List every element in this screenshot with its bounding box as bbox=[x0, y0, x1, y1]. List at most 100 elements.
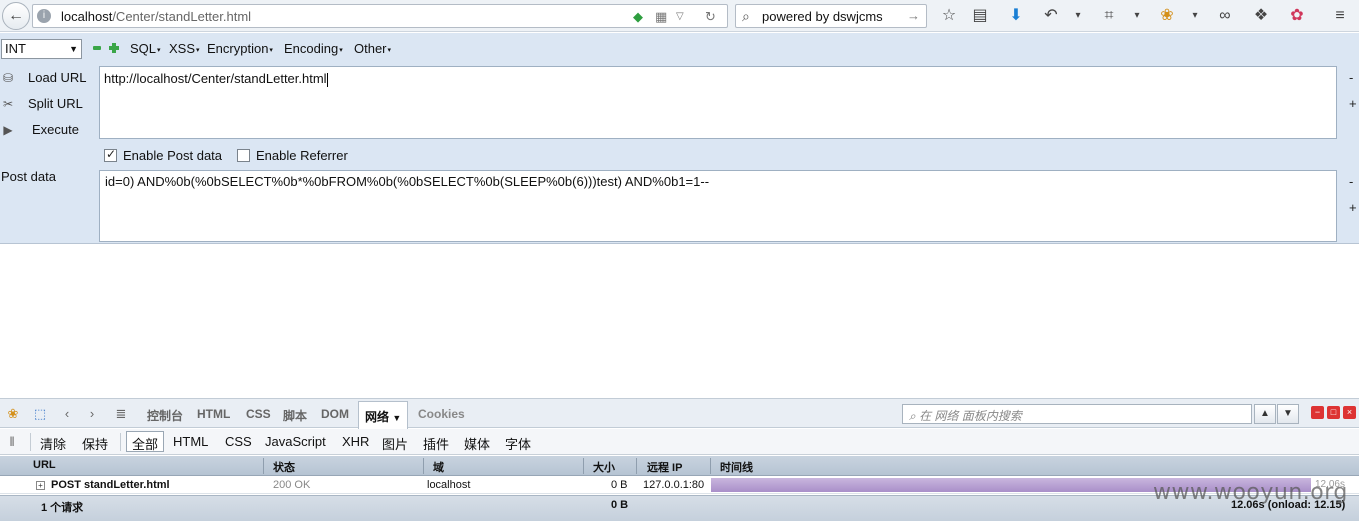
url-path: /Center/standLetter.html bbox=[112, 9, 252, 24]
plus-icon[interactable] bbox=[109, 43, 119, 53]
post-data-label: Post data bbox=[1, 169, 56, 184]
page-content bbox=[0, 245, 1359, 397]
reload-icon[interactable]: ↻ bbox=[705, 9, 716, 25]
total-size: 0 B bbox=[611, 499, 629, 511]
column-timeline[interactable]: 时间线 bbox=[720, 459, 753, 475]
type-select[interactable]: INT ▼ bbox=[1, 39, 82, 59]
menu-other[interactable]: Other▾ bbox=[354, 41, 391, 56]
crop-icon[interactable]: ⌗ bbox=[1099, 6, 1119, 26]
url-textarea[interactable]: http://localhost/Center/standLetter.html bbox=[99, 66, 1337, 139]
tab-html[interactable]: HTML bbox=[197, 407, 230, 421]
command-line-icon[interactable]: ≣ bbox=[113, 406, 129, 422]
filter-all[interactable]: 全部 bbox=[126, 431, 165, 452]
minimize-icon[interactable]: − bbox=[1311, 406, 1324, 419]
tab-dom[interactable]: DOM bbox=[321, 407, 349, 421]
filter-html[interactable]: HTML bbox=[173, 434, 208, 449]
url-expand-button[interactable]: + bbox=[1349, 96, 1357, 111]
persist-button[interactable]: 保持 bbox=[82, 434, 108, 453]
crop-dropdown-icon[interactable]: ▾ bbox=[1127, 6, 1147, 26]
scissors-icon: ✂ bbox=[2, 97, 14, 111]
url-shrink-button[interactable]: - bbox=[1349, 70, 1353, 85]
filter-fonts[interactable]: 字体 bbox=[505, 434, 531, 453]
dropdown-icon[interactable]: ▽ bbox=[676, 9, 684, 25]
hackbar-panel: INT ▼ SQL▾ XSS▾ Encryption▾ Encoding▾ Oth… bbox=[0, 33, 1359, 244]
back-arrow-icon[interactable]: ‹ bbox=[59, 406, 75, 422]
tab-cookies[interactable]: Cookies bbox=[418, 407, 465, 421]
chevron-up-icon: ▲ bbox=[1260, 408, 1270, 419]
firebug-icon[interactable]: ❀ bbox=[5, 406, 21, 422]
search-next-button[interactable]: ▼ bbox=[1277, 404, 1299, 424]
request-domain: localhost bbox=[427, 479, 471, 491]
search-bar[interactable]: ⌕ powered by dswjcms → bbox=[735, 4, 927, 28]
split-url-button[interactable]: ✂ Split URL bbox=[0, 93, 96, 115]
net-search-input[interactable]: ⌕ 在 网络 面板内搜索 bbox=[902, 404, 1252, 424]
pause-icon[interactable]: ‖ bbox=[4, 434, 20, 450]
mask-icon[interactable]: ∞ bbox=[1215, 6, 1235, 26]
tab-css[interactable]: CSS bbox=[246, 407, 271, 421]
search-icon: ⌕ bbox=[909, 409, 916, 423]
request-url: POST standLetter.html bbox=[51, 479, 170, 491]
enable-post-checkbox[interactable]: Enable Post data bbox=[104, 147, 222, 164]
request-remote-ip: 127.0.0.1:80 bbox=[643, 479, 705, 491]
expand-icon[interactable]: + bbox=[36, 481, 45, 490]
chevron-down-icon: ▼ bbox=[69, 44, 78, 54]
forward-arrow-icon[interactable]: › bbox=[84, 406, 100, 422]
net-filter-bar: ‖ 清除 保持 全部 HTML CSS JavaScript XHR 图片 插件… bbox=[0, 429, 1359, 455]
filter-images[interactable]: 图片 bbox=[382, 434, 408, 453]
menu-encryption[interactable]: Encryption▾ bbox=[207, 41, 273, 56]
info-icon[interactable]: i bbox=[37, 9, 51, 23]
menu-sql[interactable]: SQL▾ bbox=[130, 41, 161, 56]
back-icon: ← bbox=[8, 7, 24, 24]
post-data-textarea[interactable]: id=0) AND%0b(%0bSELECT%0b*%0bFROM%0b(%0b… bbox=[99, 170, 1337, 242]
execute-button[interactable]: ▶ Execute bbox=[0, 119, 96, 141]
minus-icon[interactable] bbox=[93, 46, 101, 50]
load-url-button[interactable]: ⛁ Load URL bbox=[0, 67, 96, 89]
reader-icon[interactable]: ▤ bbox=[970, 6, 990, 26]
puzzle-icon[interactable]: ❖ bbox=[1251, 6, 1271, 26]
post-shrink-button[interactable]: - bbox=[1349, 174, 1353, 189]
firebug-icon[interactable]: ❀ bbox=[1157, 6, 1177, 26]
column-remote-ip[interactable]: 远程 IP bbox=[647, 459, 682, 475]
watermark: www.wooyun.org bbox=[1153, 480, 1348, 505]
firebug-dropdown-icon[interactable]: ▾ bbox=[1185, 6, 1205, 26]
go-icon[interactable]: → bbox=[907, 8, 920, 23]
qr-icon[interactable]: ▦ bbox=[655, 9, 667, 25]
load-url-icon: ⛁ bbox=[2, 71, 14, 85]
menu-encoding[interactable]: Encoding▾ bbox=[284, 41, 343, 56]
play-icon: ▶ bbox=[3, 123, 13, 137]
back-button[interactable]: ← bbox=[2, 2, 30, 30]
menu-xss[interactable]: XSS▾ bbox=[169, 41, 200, 56]
firebug-tabbar: ❀ ⬚ ‹ › ≣ 控制台 HTML CSS 脚本 DOM 网络 ▼ Cooki… bbox=[0, 398, 1359, 430]
filter-css[interactable]: CSS bbox=[225, 434, 252, 449]
star-icon[interactable]: ☆ bbox=[939, 6, 959, 26]
url-text[interactable]: localhost/Center/standLetter.html bbox=[61, 9, 251, 24]
url-bar[interactable]: i localhost/Center/standLetter.html ◆ ▦ … bbox=[32, 4, 728, 28]
filter-media[interactable]: 媒体 bbox=[464, 434, 490, 453]
filter-xhr[interactable]: XHR bbox=[342, 434, 369, 449]
tab-script[interactable]: 脚本 bbox=[283, 407, 307, 424]
tab-net[interactable]: 网络 ▼ bbox=[358, 401, 409, 430]
inspect-icon[interactable]: ⬚ bbox=[32, 406, 48, 422]
search-prev-button[interactable]: ▲ bbox=[1254, 404, 1276, 424]
tab-console[interactable]: 控制台 bbox=[147, 407, 183, 424]
post-expand-button[interactable]: + bbox=[1349, 200, 1357, 215]
shield-icon[interactable]: ◆ bbox=[633, 9, 643, 25]
detach-icon[interactable]: □ bbox=[1327, 406, 1340, 419]
request-status: 200 OK bbox=[273, 479, 311, 491]
checkbox-checked-icon bbox=[104, 147, 117, 162]
enable-referrer-checkbox[interactable]: Enable Referrer bbox=[237, 148, 348, 164]
column-status[interactable]: 状态 bbox=[273, 459, 295, 475]
download-icon[interactable]: ⬇ bbox=[1006, 6, 1026, 26]
filter-plugins[interactable]: 插件 bbox=[423, 434, 449, 453]
undo-icon[interactable]: ↶ bbox=[1041, 6, 1061, 26]
search-input[interactable]: powered by dswjcms bbox=[762, 9, 883, 24]
undo-dropdown-icon[interactable]: ▾ bbox=[1068, 6, 1088, 26]
filter-js[interactable]: JavaScript bbox=[265, 434, 326, 449]
column-domain[interactable]: 域 bbox=[433, 459, 444, 475]
menu-icon[interactable]: ≡ bbox=[1330, 6, 1350, 26]
column-size[interactable]: 大小 bbox=[593, 459, 615, 475]
extension-icon[interactable]: ✿ bbox=[1287, 6, 1307, 26]
clear-button[interactable]: 清除 bbox=[40, 434, 66, 453]
column-url[interactable]: URL bbox=[33, 459, 56, 471]
close-icon[interactable]: × bbox=[1343, 406, 1356, 419]
